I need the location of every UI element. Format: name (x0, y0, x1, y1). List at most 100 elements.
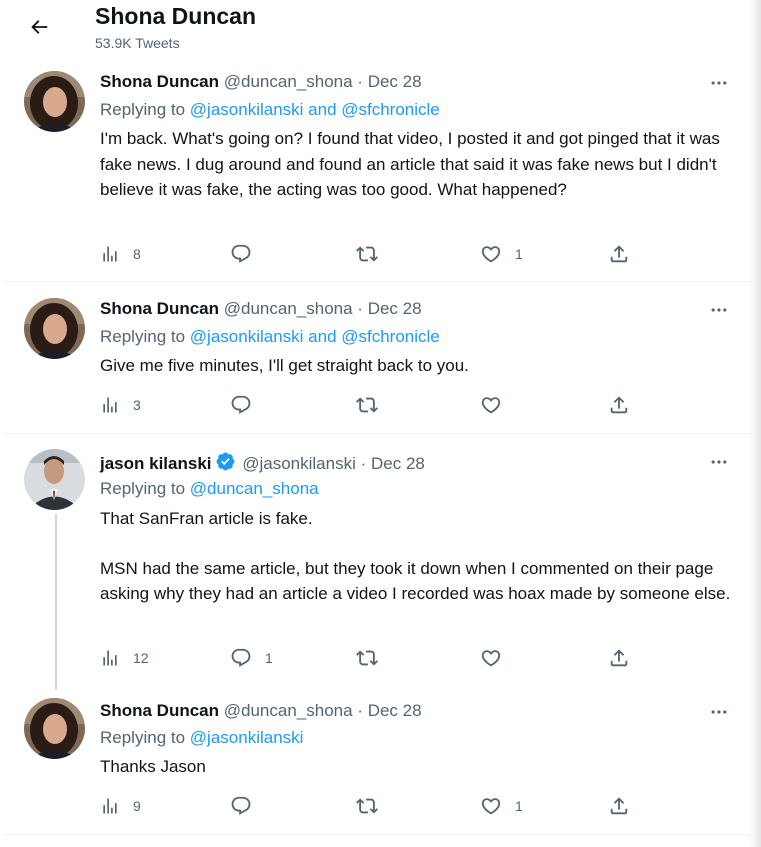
replying-to: Replying to @jasonkilanski and @sfchroni… (100, 327, 440, 347)
tweet-text-paragraph: Thanks Jason (100, 757, 206, 776)
tweet-actions: 8 1 (100, 241, 660, 267)
more-horizontal-icon (709, 300, 729, 320)
tweet[interactable]: Shona Duncan @duncan_shona · Dec 28 Repl… (4, 686, 752, 835)
reply-icon (230, 647, 252, 669)
views-count: 8 (133, 246, 141, 262)
heart-icon (480, 243, 502, 265)
verified-badge-icon (216, 452, 234, 471)
replying-prefix: Replying to (100, 728, 186, 747)
share-button[interactable] (608, 241, 630, 267)
meta-separator: · (360, 454, 367, 473)
author-handle[interactable]: @duncan_shona (224, 299, 353, 318)
replying-prefix: Replying to (100, 327, 186, 346)
meta-separator: · (357, 299, 363, 318)
tweet-count: 53.9K Tweets (95, 35, 180, 51)
retweet-icon (356, 647, 378, 669)
avatar[interactable] (24, 71, 85, 132)
analytics-icon (100, 395, 120, 415)
reply-count: 1 (265, 650, 273, 666)
views-count: 9 (133, 798, 141, 814)
author-handle[interactable]: @duncan_shona (224, 72, 353, 91)
replying-prefix: Replying to (100, 100, 186, 119)
reply-button[interactable] (230, 392, 265, 418)
heart-icon (480, 795, 502, 817)
retweet-button[interactable] (356, 793, 391, 819)
tweet[interactable]: Shona Duncan @duncan_shona · Dec 28 Repl… (4, 64, 752, 282)
tweet-meta: Shona Duncan @duncan_shona · Dec 28 (100, 299, 422, 319)
retweet-button[interactable] (356, 392, 391, 418)
author-name[interactable]: Shona Duncan (100, 72, 219, 91)
profile-header: Shona Duncan 53.9K Tweets (0, 0, 752, 64)
more-button[interactable] (706, 300, 732, 320)
share-button[interactable] (608, 645, 630, 671)
share-icon (608, 243, 630, 265)
retweet-button[interactable] (356, 241, 391, 267)
analytics-icon (100, 796, 120, 816)
replying-to-link[interactable]: @jasonkilanski and @sfchronicle (190, 327, 440, 346)
views-button[interactable]: 8 (100, 241, 141, 267)
more-button[interactable] (706, 452, 732, 472)
tweet-meta: jason kilanski @jasonkilanski · Dec 28 (100, 451, 425, 474)
avatar[interactable] (24, 698, 85, 759)
tweet-text: I'm back. What's going on? I found that … (100, 126, 735, 203)
header-title: Shona Duncan (95, 3, 257, 29)
author-handle[interactable]: @jasonkilanski (242, 454, 356, 473)
like-count: 1 (515, 798, 523, 814)
tweet-text: That SanFran article is fake. MSN had th… (100, 506, 735, 607)
tweet[interactable]: Shona Duncan @duncan_shona · Dec 28 Repl… (4, 282, 752, 434)
avatar[interactable] (24, 298, 85, 359)
views-button[interactable]: 12 (100, 645, 149, 671)
arrow-left-icon (31, 20, 48, 34)
back-button[interactable] (22, 10, 56, 44)
views-count: 3 (133, 397, 141, 413)
reply-icon (230, 394, 252, 416)
retweet-icon (356, 243, 378, 265)
share-icon (608, 647, 630, 669)
meta-separator: · (357, 72, 363, 91)
tweet-date[interactable]: Dec 28 (368, 701, 422, 720)
like-button[interactable] (480, 645, 515, 671)
replying-to: Replying to @jasonkilanski (100, 728, 303, 748)
author-name[interactable]: Shona Duncan (100, 299, 219, 318)
like-button[interactable] (480, 392, 515, 418)
tweet-date[interactable]: Dec 28 (371, 454, 425, 473)
reply-icon (230, 243, 252, 265)
retweet-icon (356, 795, 378, 817)
tweet-actions: 9 1 (100, 793, 660, 819)
like-count: 1 (515, 246, 523, 262)
author-name[interactable]: Shona Duncan (100, 701, 219, 720)
tweet-text: Thanks Jason (100, 754, 735, 780)
reply-button[interactable] (230, 241, 265, 267)
share-button[interactable] (608, 392, 630, 418)
reply-button[interactable]: 1 (230, 645, 273, 671)
like-button[interactable]: 1 (480, 793, 523, 819)
reply-button[interactable] (230, 793, 265, 819)
tweet-text-paragraph: That SanFran article is fake. (100, 509, 313, 528)
share-button[interactable] (608, 793, 630, 819)
tweet-actions: 12 1 (100, 645, 660, 671)
views-button[interactable]: 9 (100, 793, 141, 819)
more-button[interactable] (706, 702, 732, 722)
tweet[interactable]: jason kilanski @jasonkilanski · Dec 28 R… (4, 434, 752, 690)
tweet-text-paragraph: I'm back. What's going on? I found that … (100, 129, 720, 199)
meta-separator: · (357, 701, 363, 720)
replying-to-link[interactable]: @jasonkilanski (190, 728, 304, 747)
more-button[interactable] (706, 73, 732, 93)
author-handle[interactable]: @duncan_shona (224, 701, 353, 720)
author-name[interactable]: jason kilanski (100, 454, 212, 473)
avatar[interactable] (24, 449, 85, 510)
tweet-meta: Shona Duncan @duncan_shona · Dec 28 (100, 701, 422, 721)
heart-icon (480, 394, 502, 416)
heart-icon (480, 647, 502, 669)
tweet-date[interactable]: Dec 28 (368, 72, 422, 91)
views-button[interactable]: 3 (100, 392, 141, 418)
retweet-button[interactable] (356, 645, 391, 671)
thread-connector (55, 514, 57, 690)
replying-to-link[interactable]: @duncan_shona (190, 479, 319, 498)
tweet-date[interactable]: Dec 28 (368, 299, 422, 318)
analytics-icon (100, 244, 120, 264)
analytics-icon (100, 648, 120, 668)
like-button[interactable]: 1 (480, 241, 523, 267)
replying-to-link[interactable]: @jasonkilanski and @sfchronicle (190, 100, 440, 119)
tweet-actions: 3 (100, 392, 660, 418)
